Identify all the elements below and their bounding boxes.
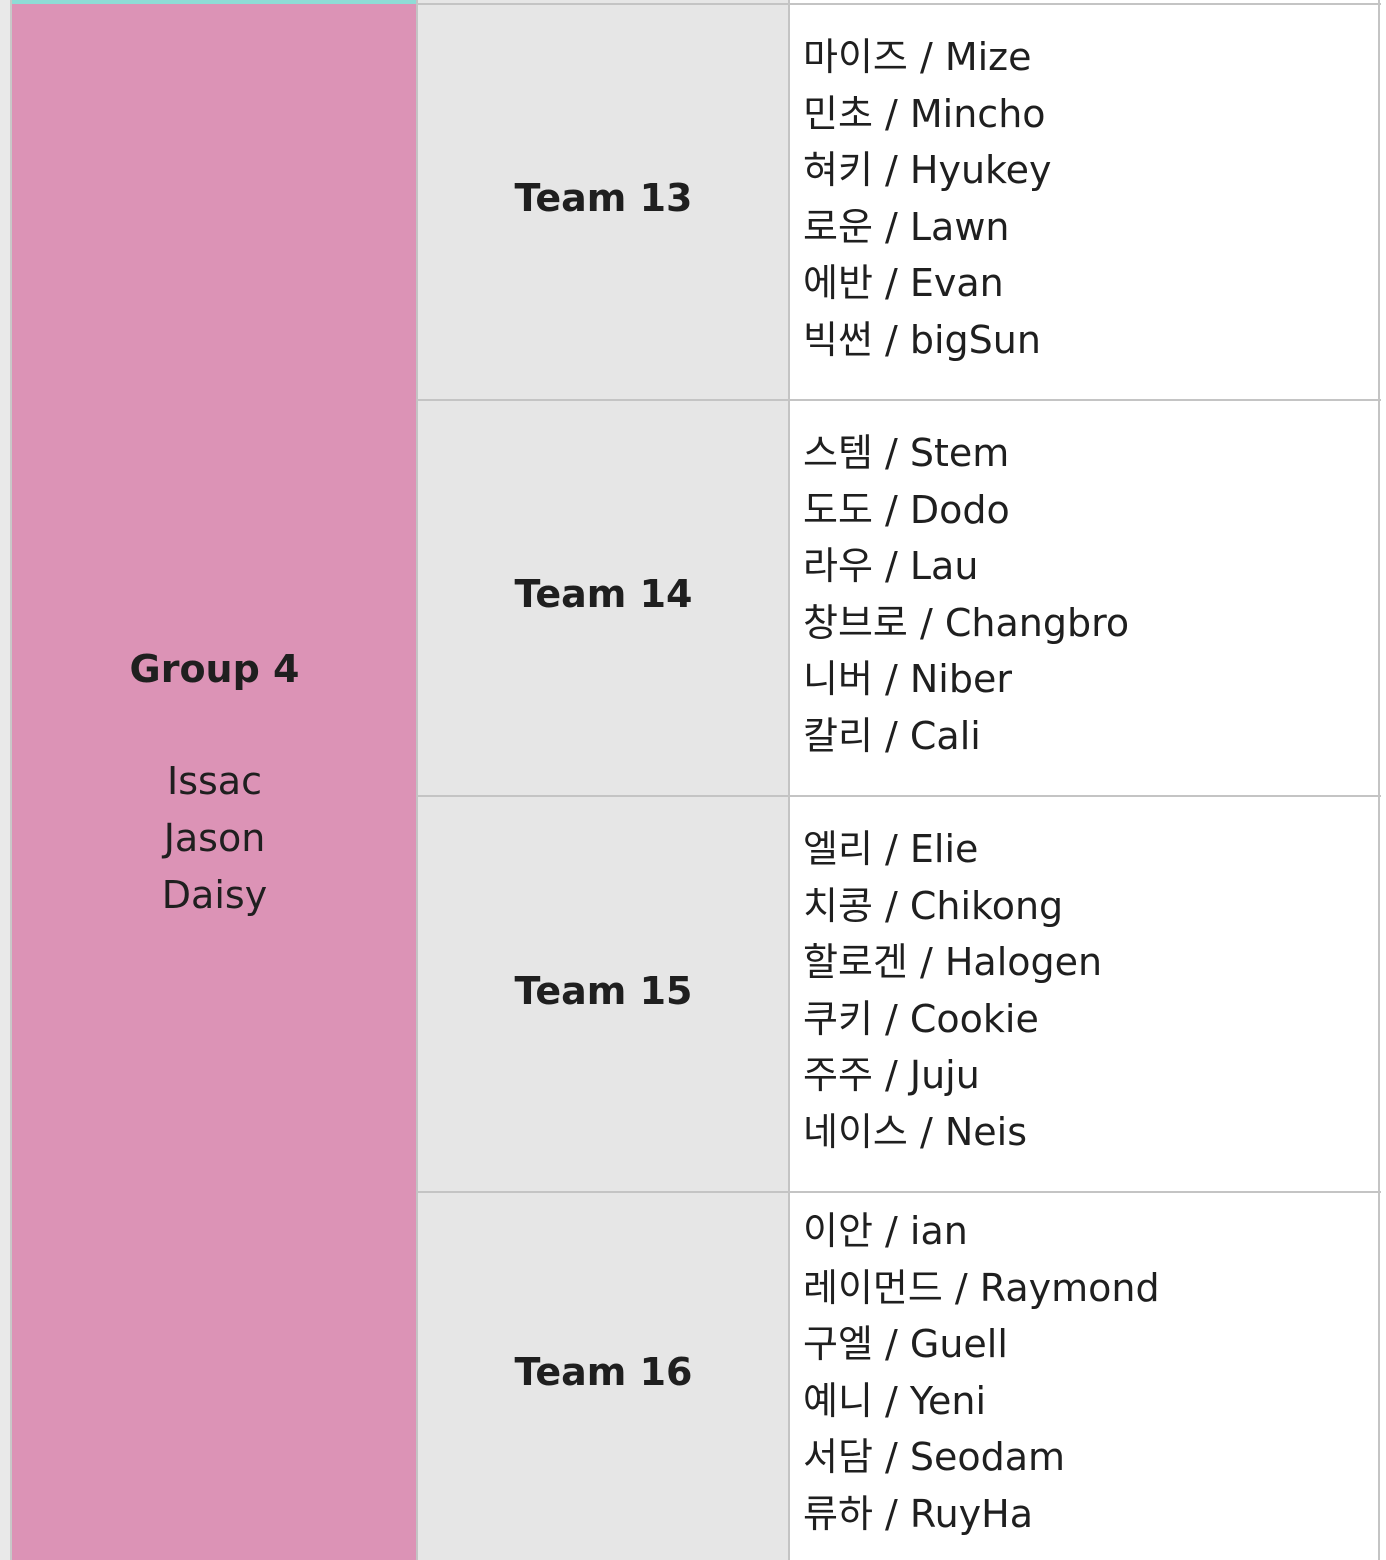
row-divider — [417, 1191, 1381, 1193]
list-item: 예니 / Yeni — [803, 1378, 987, 1423]
team-member-list: 엘리 / Elie 치콩 / Chikong 할로겐 / Halogen 쿠키 … — [803, 821, 1373, 1161]
group-table: Group 4 Issac Jason Daisy Team 13 마이즈 / … — [0, 0, 1386, 1560]
page-right-margin — [1381, 0, 1386, 1560]
group-leader: Jason — [163, 816, 266, 860]
list-item: 혀키 / Hyukey — [803, 148, 1052, 193]
list-item: 치콩 / Chikong — [803, 883, 1064, 928]
team-label: Team 15 — [514, 969, 693, 1013]
row-divider — [417, 795, 1381, 797]
list-item: 로운 / Lawn — [803, 204, 1010, 249]
table-right-border — [1378, 0, 1380, 1560]
list-item: 네이스 / Neis — [803, 1109, 1028, 1154]
list-item: 구엘 / Guell — [803, 1322, 1008, 1367]
list-item: 레이먼드 / Raymond — [803, 1265, 1160, 1310]
team-column — [417, 0, 790, 1560]
list-item: 에반 / Evan — [803, 261, 1004, 306]
row-divider — [417, 399, 1381, 401]
team-label: Team 16 — [514, 1350, 693, 1394]
list-item: 이안 / ian — [803, 1209, 968, 1253]
list-item: 민초 / Mincho — [803, 91, 1046, 136]
list-item: 엘리 / Elie — [803, 827, 979, 871]
list-item: 빅썬 / bigSun — [803, 317, 1041, 362]
list-item: 창브로 / Changbro — [803, 600, 1130, 645]
list-item: 마이즈 / Mize — [803, 35, 1032, 79]
team-label: Team 13 — [514, 176, 693, 220]
list-item: 할로겐 / Halogen — [803, 940, 1103, 985]
list-item: 라우 / Lau — [803, 544, 979, 589]
list-item: 주주 / Juju — [803, 1053, 980, 1098]
list-item: 니버 / Niber — [803, 657, 1012, 702]
team-label: Team 14 — [514, 572, 693, 616]
list-item: 류하 / RuyHa — [803, 1491, 1034, 1536]
list-item: 쿠키 / Cookie — [803, 996, 1039, 1041]
group-info: Group 4 Issac Jason Daisy — [12, 641, 417, 924]
list-item: 서담 / Seodam — [803, 1435, 1066, 1480]
table-left-margin — [0, 0, 10, 1560]
list-item: 도도 / Dodo — [803, 487, 1010, 532]
team-member-list: 스템 / Stem 도도 / Dodo 라우 / Lau 창브로 / Chang… — [803, 425, 1373, 765]
row-divider — [417, 3, 1381, 5]
list-item: 칼리 / Cali — [803, 713, 981, 758]
list-item: 스템 / Stem — [803, 431, 1010, 475]
column-divider — [788, 0, 790, 1560]
group-leader: Issac — [167, 759, 262, 803]
group-leader: Daisy — [161, 873, 268, 917]
group-cell: Group 4 Issac Jason Daisy — [12, 4, 417, 1560]
team-member-list: 마이즈 / Mize 민초 / Mincho 혀키 / Hyukey 로운 / … — [803, 29, 1373, 369]
team-member-list: 이안 / ian 레이먼드 / Raymond 구엘 / Guell 예니 / … — [803, 1203, 1373, 1543]
column-divider — [416, 0, 418, 1560]
group-title: Group 4 — [129, 647, 300, 691]
